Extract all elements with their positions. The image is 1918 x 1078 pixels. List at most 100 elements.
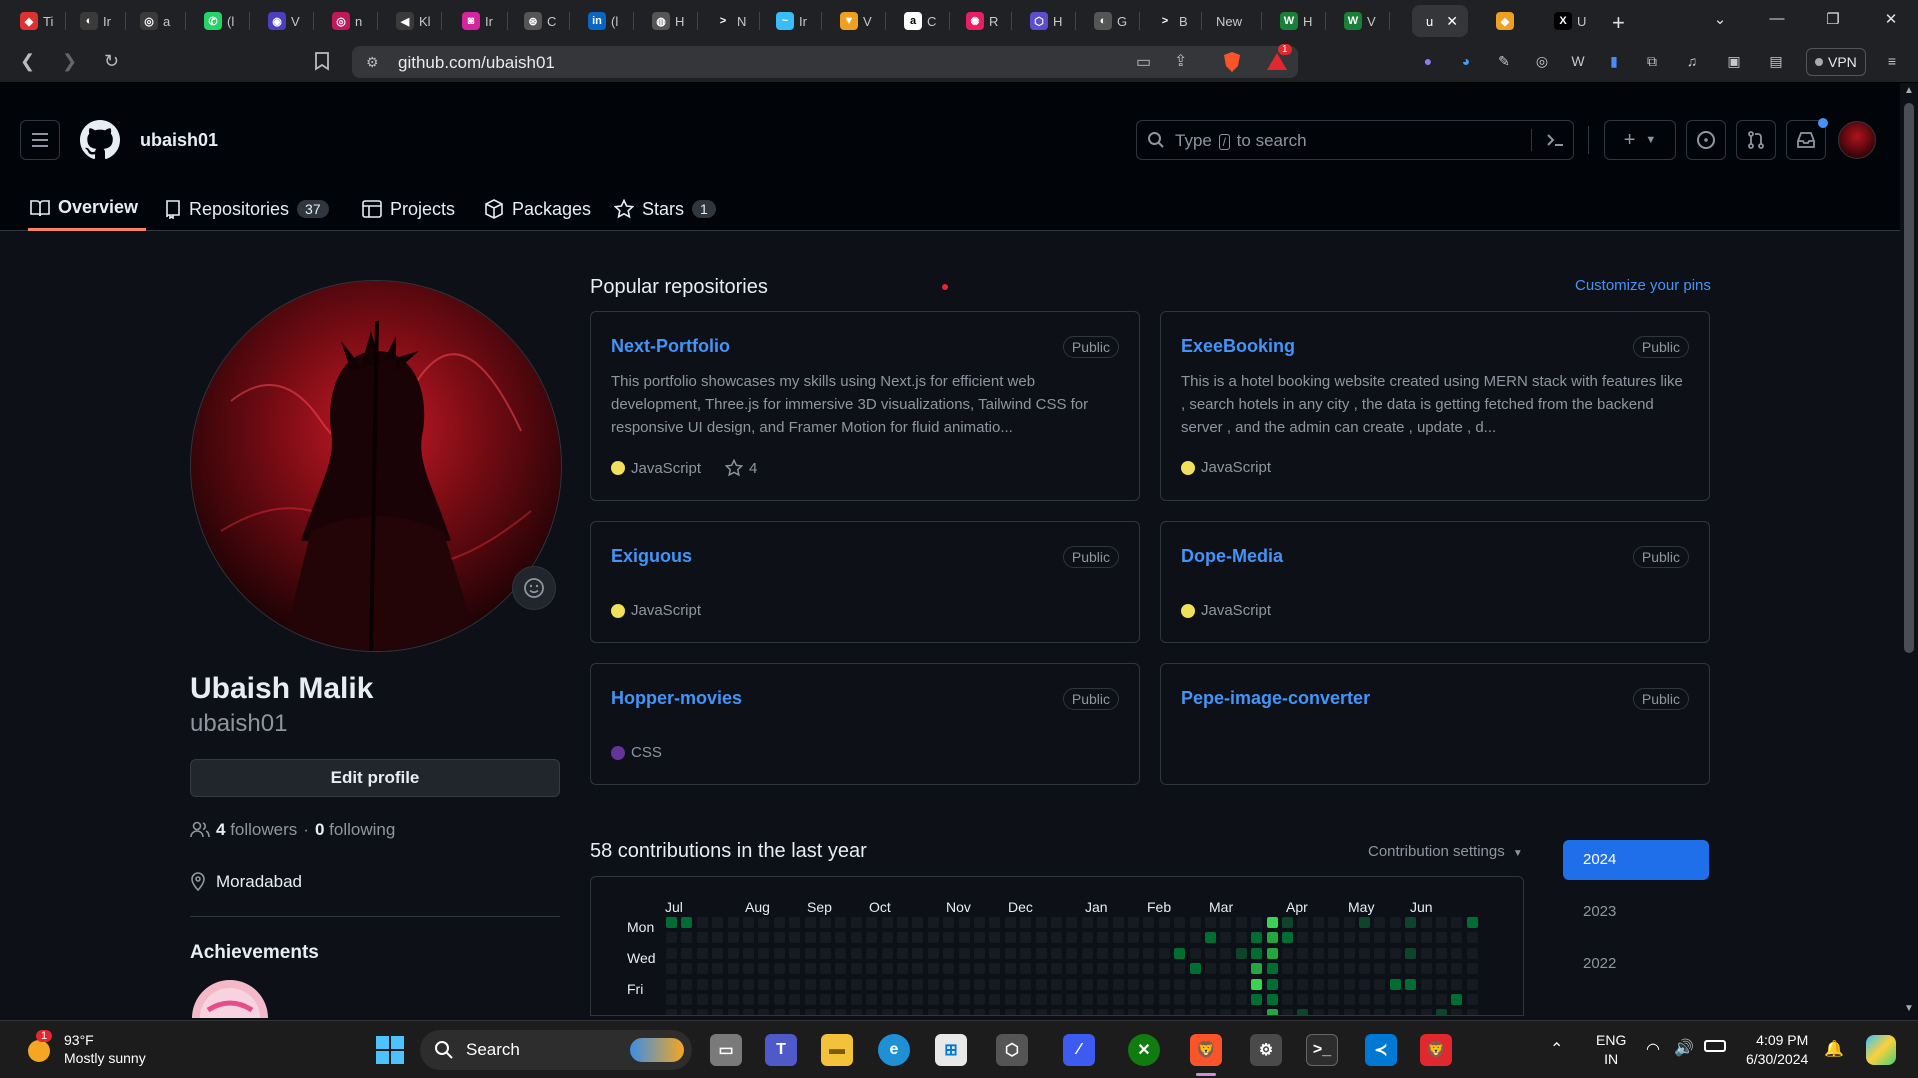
contribution-day-cell[interactable] xyxy=(1312,994,1324,1005)
contribution-day-cell[interactable] xyxy=(804,963,816,975)
contribution-day-cell[interactable] xyxy=(1174,1009,1186,1015)
contribution-day-cell[interactable] xyxy=(1174,932,1186,944)
contribution-day-cell[interactable] xyxy=(1343,917,1355,928)
contribution-day-cell[interactable] xyxy=(1143,963,1155,975)
browser-tab[interactable]: aC xyxy=(888,8,950,34)
contribution-day-cell[interactable] xyxy=(1081,978,1093,990)
command-palette-icon[interactable] xyxy=(1545,130,1565,150)
contribution-day-cell[interactable] xyxy=(1158,978,1170,990)
contribution-day-cell[interactable] xyxy=(1420,1009,1432,1015)
contribution-day-cell[interactable] xyxy=(1051,947,1062,959)
contribution-day-cell[interactable] xyxy=(1051,932,1062,944)
contribution-day-cell[interactable] xyxy=(1081,994,1093,1005)
contribution-day-cell[interactable] xyxy=(743,917,754,928)
contribution-day-cell[interactable] xyxy=(835,963,847,975)
app-blue-icon[interactable]: ⁄ xyxy=(1063,1034,1095,1066)
contribution-day-cell[interactable] xyxy=(1004,963,1016,975)
contribution-day-cell[interactable] xyxy=(1020,978,1032,990)
contribution-day-cell[interactable] xyxy=(1051,978,1062,990)
contribution-day-cell[interactable] xyxy=(789,994,801,1005)
tab-repositories[interactable]: Repositories 37 xyxy=(165,187,329,231)
contribution-day-cell[interactable] xyxy=(989,1009,1001,1015)
contribution-day-cell[interactable] xyxy=(743,994,754,1005)
set-status-button[interactable] xyxy=(512,566,556,610)
contribution-day-cell[interactable] xyxy=(1420,963,1432,975)
contribution-day-cell[interactable] xyxy=(1374,932,1386,944)
tab-active[interactable]: u ✕ xyxy=(1412,5,1468,37)
contribution-day-cell[interactable] xyxy=(1112,963,1124,975)
contribution-day-cell[interactable] xyxy=(727,947,739,959)
vscode-icon[interactable]: ≺ xyxy=(1365,1034,1397,1066)
browser-tab[interactable]: ◉ V xyxy=(252,8,314,34)
contribution-day-cell[interactable] xyxy=(1112,947,1124,959)
contribution-day-cell[interactable] xyxy=(1020,963,1032,975)
contribution-day-cell[interactable] xyxy=(696,932,708,944)
contribution-day-cell[interactable] xyxy=(1143,932,1155,944)
extension-icon-1[interactable]: ● xyxy=(1418,53,1438,73)
contribution-day-cell[interactable] xyxy=(1220,978,1232,990)
contribution-day-cell[interactable] xyxy=(1020,994,1032,1005)
minimize-icon[interactable]: — xyxy=(1766,10,1788,30)
contribution-day-cell[interactable] xyxy=(1451,963,1463,975)
browser-tab[interactable]: ◎ n xyxy=(316,8,378,34)
contribution-day-cell[interactable] xyxy=(912,947,924,959)
contribution-day-cell[interactable] xyxy=(1282,994,1293,1005)
contribution-day-cell[interactable] xyxy=(989,917,1001,928)
year-link-2022[interactable]: 2022 xyxy=(1563,944,1709,984)
repo-name-link[interactable]: ExeeBooking xyxy=(1181,336,1295,357)
contribution-day-cell[interactable] xyxy=(1081,947,1093,959)
contribution-day-cell[interactable] xyxy=(743,1009,754,1015)
contribution-day-cell[interactable] xyxy=(1282,1009,1293,1015)
close-icon[interactable]: ✕ xyxy=(1446,13,1458,30)
settings-icon[interactable]: ⚙ xyxy=(1250,1034,1282,1066)
extension-icon-5[interactable]: W xyxy=(1568,53,1588,73)
volume-icon[interactable]: 🔊 xyxy=(1674,1038,1694,1058)
contribution-day-cell[interactable] xyxy=(850,963,862,975)
contribution-day-cell[interactable] xyxy=(881,1009,893,1015)
contribution-day-cell[interactable] xyxy=(1020,917,1032,928)
contribution-day-cell[interactable] xyxy=(712,963,724,975)
contribution-day-cell[interactable] xyxy=(820,917,831,928)
contribution-day-cell[interactable] xyxy=(927,917,939,928)
contribution-day-cell[interactable] xyxy=(1359,978,1370,990)
browser-tab[interactable]: ▼ V xyxy=(824,8,886,34)
contribution-day-cell[interactable] xyxy=(866,947,878,959)
contribution-day-cell[interactable] xyxy=(1405,963,1417,975)
contribution-day-cell[interactable] xyxy=(727,963,739,975)
contribution-day-cell[interactable] xyxy=(1035,963,1047,975)
contribution-day-cell[interactable] xyxy=(1004,917,1016,928)
contribution-day-cell[interactable] xyxy=(1035,1009,1047,1015)
contribution-day-cell[interactable] xyxy=(1251,947,1263,959)
contribution-day-cell[interactable] xyxy=(1389,932,1401,944)
contribution-day-cell[interactable] xyxy=(758,917,770,928)
microsoft-store-icon[interactable]: ⊞ xyxy=(935,1034,967,1066)
contribution-day-cell[interactable] xyxy=(1297,932,1309,944)
contribution-day-cell[interactable] xyxy=(1297,1009,1309,1015)
page-scrollbar[interactable]: ▲ ▼ xyxy=(1900,83,1918,1020)
following-link[interactable]: 0 following xyxy=(315,820,395,840)
contribution-day-cell[interactable] xyxy=(850,1009,862,1015)
contribution-day-cell[interactable] xyxy=(773,994,785,1005)
contribution-day-cell[interactable] xyxy=(1312,932,1324,944)
clock[interactable]: 4:09 PM 6/30/2024 xyxy=(1746,1031,1808,1069)
wifi-icon[interactable]: ◠ xyxy=(1646,1039,1660,1059)
contribution-day-cell[interactable] xyxy=(1312,978,1324,990)
tab-overview[interactable]: Overview xyxy=(28,187,147,231)
contribution-day-cell[interactable] xyxy=(1128,963,1139,975)
contribution-day-cell[interactable] xyxy=(1112,1009,1124,1015)
contribution-day-cell[interactable] xyxy=(681,963,693,975)
contribution-day-cell[interactable] xyxy=(1066,917,1078,928)
contribution-day-cell[interactable] xyxy=(1266,932,1278,944)
contribution-day-cell[interactable] xyxy=(1282,917,1293,928)
contribution-day-cell[interactable] xyxy=(1035,932,1047,944)
contribution-day-cell[interactable] xyxy=(743,932,754,944)
contribution-day-cell[interactable] xyxy=(1282,932,1293,944)
contribution-day-cell[interactable] xyxy=(1297,994,1309,1005)
contribution-day-cell[interactable] xyxy=(666,917,677,928)
contribution-day-cell[interactable] xyxy=(1174,917,1186,928)
browser-tab[interactable]: XU xyxy=(1538,8,1596,34)
contribution-day-cell[interactable] xyxy=(974,917,985,928)
contribution-day-cell[interactable] xyxy=(1328,917,1340,928)
app-hexagon-icon[interactable]: ⬡ xyxy=(996,1034,1028,1066)
contribution-day-cell[interactable] xyxy=(1359,917,1370,928)
